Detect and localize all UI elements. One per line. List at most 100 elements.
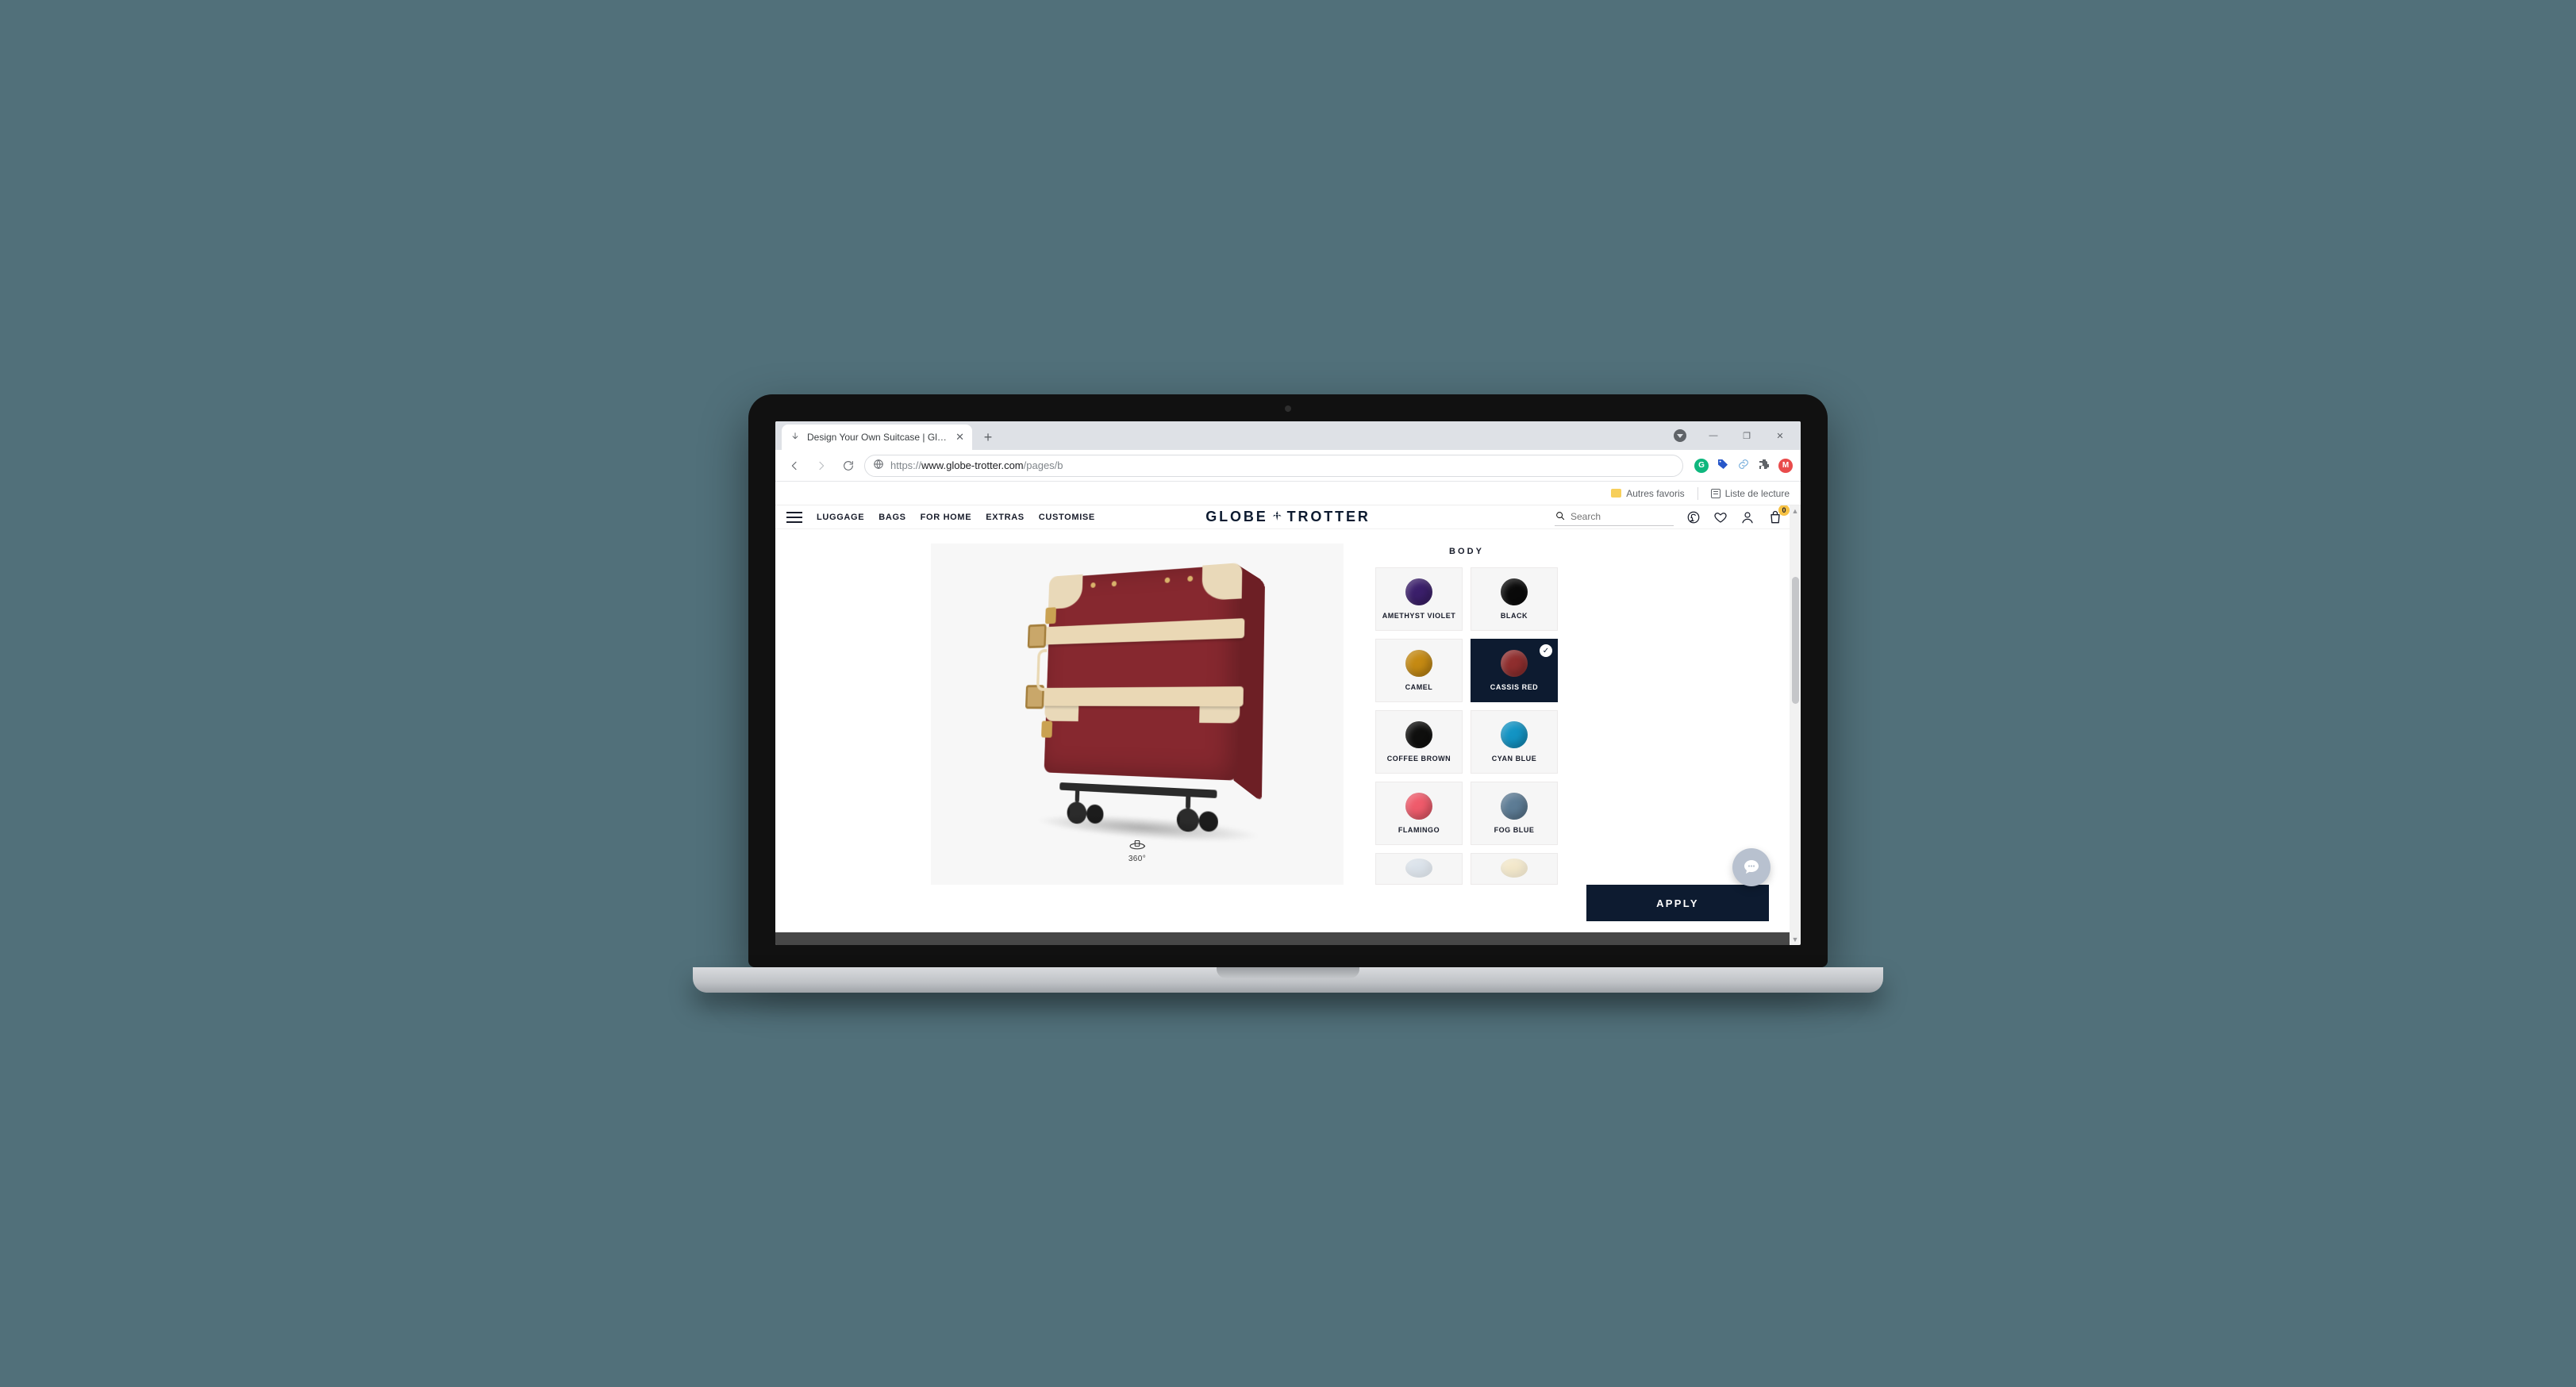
swatch-label: BLACK xyxy=(1501,612,1528,620)
header-right: 0 xyxy=(1555,509,1783,526)
options-panel: BODY ✓AMETHYST VIOLET✓BLACK✓CAMEL ✓ CASSIS… xyxy=(1375,544,1558,885)
extensions-row: G M xyxy=(1688,458,1793,473)
apply-bar: APPLY xyxy=(1586,885,1769,921)
bag-button[interactable]: 0 xyxy=(1767,509,1783,525)
swatch-color-icon xyxy=(1501,793,1528,820)
extension-link-icon[interactable] xyxy=(1737,458,1750,473)
nav-extras[interactable]: EXTRAS xyxy=(986,513,1025,522)
divider xyxy=(1697,487,1698,500)
swatch-label: CYAN BLUE xyxy=(1492,755,1537,763)
swatch-peek-1[interactable] xyxy=(1471,853,1558,885)
site-info-icon[interactable] xyxy=(873,459,884,472)
apply-button[interactable]: APPLY xyxy=(1586,885,1769,921)
swatch-cassis-red[interactable]: ✓ CASSIS RED xyxy=(1471,639,1558,702)
site-header: LUGGAGE BAGS FOR HOME EXTRAS CUSTOMISE G… xyxy=(775,505,1801,529)
extensions-menu-icon[interactable] xyxy=(1758,458,1771,473)
bag-count-badge: 0 xyxy=(1778,505,1790,516)
page-footer-strip xyxy=(775,932,1801,945)
window-close-button[interactable]: ✕ xyxy=(1764,425,1796,447)
options-section-title: BODY xyxy=(1375,544,1558,567)
browser-tab[interactable]: Design Your Own Suitcase | Glob… ✕ xyxy=(782,425,972,450)
laptop-camera xyxy=(1285,405,1291,412)
swatch-color-icon xyxy=(1405,650,1432,677)
extension-tag-icon[interactable] xyxy=(1717,458,1729,473)
swatch-amethyst-violet[interactable]: ✓AMETHYST VIOLET xyxy=(1375,567,1463,631)
reading-list-button[interactable]: Liste de lecture xyxy=(1711,488,1790,499)
search-input[interactable] xyxy=(1571,511,1694,522)
laptop-screen: Design Your Own Suitcase | Glob… ✕ + — ❐… xyxy=(748,394,1828,967)
swatch-color-icon xyxy=(1501,859,1528,878)
reading-list-icon xyxy=(1711,489,1721,498)
swatch-fog-blue[interactable]: ✓FOG BLUE xyxy=(1471,782,1558,845)
rotate-360-button[interactable]: 360° xyxy=(1128,838,1146,863)
account-button[interactable] xyxy=(1740,510,1755,524)
omnibox[interactable]: https://www.globe-trotter.com/pages/b xyxy=(864,455,1683,477)
nav-luggage[interactable]: LUGGAGE xyxy=(817,513,864,522)
swatch-label: CAMEL xyxy=(1405,683,1433,692)
nav-back-button[interactable] xyxy=(783,455,805,477)
scrollbar-up-icon[interactable]: ▲ xyxy=(1790,505,1801,517)
nav-customise[interactable]: CUSTOMISE xyxy=(1039,513,1095,522)
swatch-color-icon xyxy=(1501,650,1528,677)
nav-bags[interactable]: BAGS xyxy=(879,513,905,522)
swatch-label: COFFEE BROWN xyxy=(1387,755,1451,763)
nav-for-home[interactable]: FOR HOME xyxy=(921,513,972,522)
search-field-wrap[interactable] xyxy=(1555,509,1674,526)
swatch-coffee-brown[interactable]: ✓COFFEE BROWN xyxy=(1375,710,1463,774)
swatch-label: FLAMINGO xyxy=(1398,826,1440,835)
address-bar: https://www.globe-trotter.com/pages/b G … xyxy=(775,450,1801,482)
extension-grammarly-icon[interactable]: G xyxy=(1694,459,1709,473)
page: ▲ ▼ LUGGAGE BAGS FOR HOME EXTRAS CUSTOMI… xyxy=(775,505,1801,945)
tab-search-icon[interactable] xyxy=(1664,425,1696,447)
window-minimize-button[interactable]: — xyxy=(1697,425,1729,447)
tab-strip: Design Your Own Suitcase | Glob… ✕ + — ❐… xyxy=(775,421,1801,450)
laptop-mock: Design Your Own Suitcase | Glob… ✕ + — ❐… xyxy=(748,394,1828,993)
profile-avatar-icon[interactable]: M xyxy=(1778,459,1793,473)
swatch-color-icon xyxy=(1405,859,1432,878)
reading-list-label: Liste de lecture xyxy=(1725,488,1790,499)
folder-icon xyxy=(1611,489,1621,498)
swatch-cyan-blue[interactable]: ✓CYAN BLUE xyxy=(1471,710,1558,774)
swatch-flamingo[interactable]: ✓FLAMINGO xyxy=(1375,782,1463,845)
brand-right: TROTTER xyxy=(1287,509,1371,525)
bookmarks-bar: Autres favoris Liste de lecture xyxy=(775,482,1801,505)
bookmarks-other-folder[interactable]: Autres favoris xyxy=(1611,488,1684,499)
scrollbar-down-icon[interactable]: ▼ xyxy=(1790,934,1801,945)
swatch-peek-0[interactable] xyxy=(1375,853,1463,885)
main-nav: LUGGAGE BAGS FOR HOME EXTRAS CUSTOMISE xyxy=(817,513,1095,522)
tab-close-icon[interactable]: ✕ xyxy=(955,431,964,444)
window-controls: — ❐ ✕ xyxy=(1664,421,1796,450)
suitcase-render xyxy=(1042,564,1240,840)
nav-reload-button[interactable] xyxy=(837,455,859,477)
brand-left: GLOBE xyxy=(1205,509,1267,525)
brand-logo[interactable]: GLOBE TROTTER xyxy=(1205,509,1371,525)
laptop-base xyxy=(693,967,1883,993)
tab-title: Design Your Own Suitcase | Glob… xyxy=(807,432,949,443)
swatch-camel[interactable]: ✓CAMEL xyxy=(1375,639,1463,702)
swatch-grid: ✓AMETHYST VIOLET✓BLACK✓CAMEL✓CASSIS RED✓… xyxy=(1375,567,1558,885)
search-icon xyxy=(1555,510,1566,524)
menu-button[interactable] xyxy=(786,512,802,523)
swatch-label: FOG BLUE xyxy=(1494,826,1535,835)
tab-favicon-icon xyxy=(790,432,801,443)
new-tab-button[interactable]: + xyxy=(977,426,999,448)
brand-glyph-icon xyxy=(1271,509,1284,524)
swatch-label: AMETHYST VIOLET xyxy=(1382,612,1456,620)
swatch-black[interactable]: ✓BLACK xyxy=(1471,567,1558,631)
wishlist-button[interactable] xyxy=(1713,510,1728,524)
swatch-color-icon xyxy=(1501,578,1528,605)
browser-window: Design Your Own Suitcase | Glob… ✕ + — ❐… xyxy=(775,421,1801,945)
chat-icon xyxy=(1742,858,1761,877)
nav-forward-button[interactable] xyxy=(810,455,832,477)
product-preview[interactable]: 360° xyxy=(931,544,1344,885)
swatch-color-icon xyxy=(1405,793,1432,820)
window-maximize-button[interactable]: ❐ xyxy=(1731,425,1763,447)
currency-button[interactable] xyxy=(1686,510,1701,524)
rotate-label: 360° xyxy=(1128,855,1146,863)
bookmarks-other-label: Autres favoris xyxy=(1626,488,1684,499)
swatch-color-icon xyxy=(1501,721,1528,748)
swatch-color-icon xyxy=(1405,721,1432,748)
chat-widget-button[interactable] xyxy=(1732,848,1771,886)
check-icon: ✓ xyxy=(1540,644,1552,657)
swatch-label: CASSIS RED xyxy=(1490,683,1538,692)
